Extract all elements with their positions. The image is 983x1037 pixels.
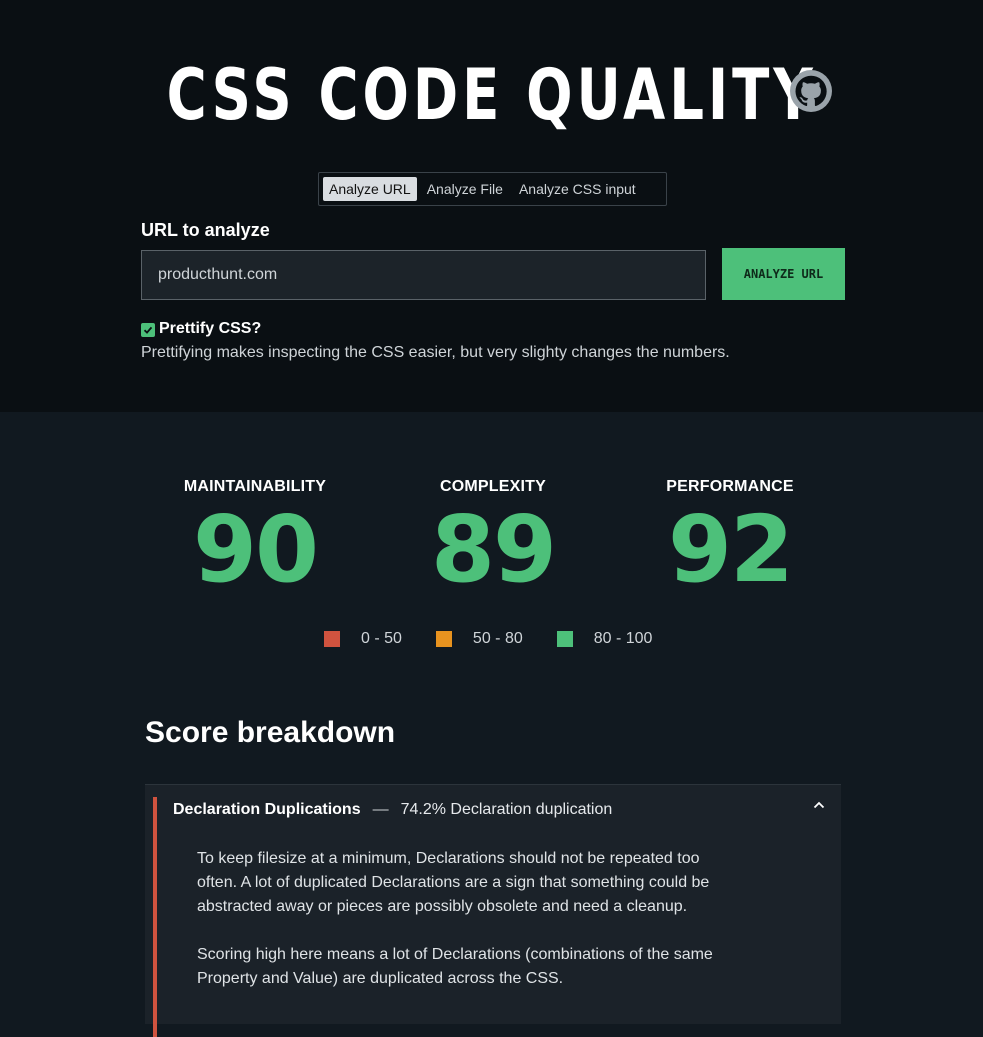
breakdown-item-header[interactable]: Declaration Duplications — 74.2% Declarati… bbox=[173, 801, 612, 819]
legend-swatch-red bbox=[324, 631, 340, 647]
score-value: 89 bbox=[430, 496, 557, 603]
legend-item-high: 80 - 100 bbox=[556, 630, 653, 648]
analyze-mode-tabs: Analyze URL Analyze File Analyze CSS inp… bbox=[318, 172, 667, 206]
legend-item-low: 0 - 50 bbox=[324, 630, 402, 648]
legend-label: 50 - 80 bbox=[472, 630, 523, 647]
score-label: MAINTAINABILITY bbox=[183, 478, 327, 495]
breakdown-item-detail: 74.2% Declaration duplication bbox=[400, 801, 613, 818]
description-paragraph: To keep filesize at a minimum, Declarati… bbox=[197, 850, 710, 915]
check-icon bbox=[143, 326, 153, 334]
breakdown-item-declaration-duplications[interactable]: Declaration Duplications — 74.2% Declarati… bbox=[145, 784, 841, 1037]
score-performance: PERFORMANCE 92 bbox=[610, 478, 850, 600]
legend-item-mid: 50 - 80 bbox=[435, 630, 523, 648]
score-value: 90 bbox=[192, 496, 319, 603]
score-label: COMPLEXITY bbox=[439, 478, 546, 495]
tab-analyze-css-input[interactable]: Analyze CSS input bbox=[513, 177, 642, 201]
legend-label: 0 - 50 bbox=[361, 630, 402, 647]
score-indicator-bar bbox=[153, 797, 157, 1037]
description-paragraph: Scoring high here means a lot of Declara… bbox=[197, 946, 713, 987]
score-maintainability: MAINTAINABILITY 90 bbox=[135, 478, 375, 600]
legend-swatch-green bbox=[556, 631, 573, 647]
prettify-label[interactable]: Prettify CSS? bbox=[159, 320, 261, 338]
tab-analyze-url[interactable]: Analyze URL bbox=[323, 177, 417, 201]
breakdown-title: Score breakdown bbox=[145, 716, 396, 749]
legend-label: 80 - 100 bbox=[593, 630, 653, 647]
breakdown-item-description: To keep filesize at a minimum, Declarati… bbox=[197, 847, 717, 991]
score-legend: 0 - 50 50 - 80 80 - 100 bbox=[324, 630, 652, 648]
prettify-description: Prettifying makes inspecting the CSS eas… bbox=[141, 344, 730, 361]
site-title: CSS CODE QUALITY bbox=[166, 53, 817, 136]
github-icon[interactable] bbox=[790, 70, 832, 112]
tab-analyze-file[interactable]: Analyze File bbox=[421, 177, 509, 201]
analyze-url-button[interactable]: ANALYZE URL bbox=[722, 248, 845, 300]
url-input[interactable] bbox=[141, 250, 706, 300]
url-label: URL to analyze bbox=[141, 220, 270, 240]
score-value: 92 bbox=[667, 496, 794, 603]
prettify-checkbox[interactable] bbox=[141, 323, 155, 337]
score-complexity: COMPLEXITY 89 bbox=[373, 478, 613, 600]
legend-swatch-orange bbox=[435, 631, 452, 647]
breakdown-item-name: Declaration Duplications bbox=[173, 801, 361, 818]
prettify-row: Prettify CSS? bbox=[141, 320, 261, 338]
separator: — bbox=[372, 801, 389, 818]
score-label: PERFORMANCE bbox=[666, 478, 794, 495]
chevron-up-icon[interactable] bbox=[811, 797, 827, 813]
